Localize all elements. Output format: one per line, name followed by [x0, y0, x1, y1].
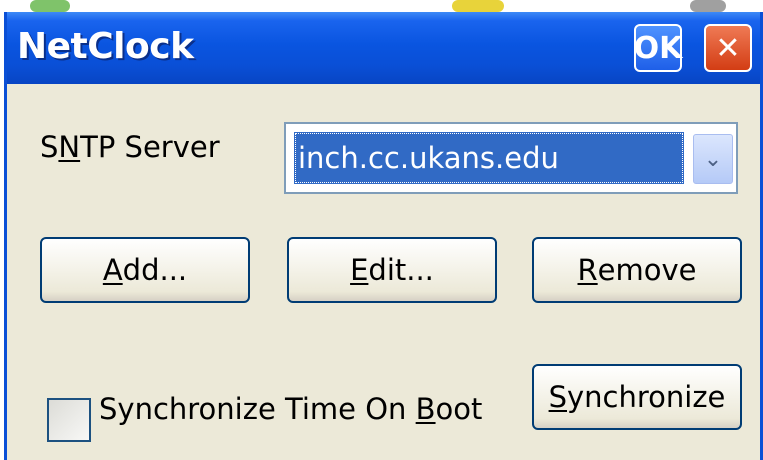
sync-on-boot-label[interactable]: Synchronize Time On Boot	[99, 392, 482, 426]
edit-label-rest: dit...	[368, 253, 434, 287]
add-label-rest: dd...	[122, 253, 188, 287]
boot-label-pre: Synchronize Time On	[99, 392, 416, 426]
dropdown-button[interactable]: ⌄	[693, 134, 733, 184]
sync-label-rest: ynchronize	[567, 380, 726, 414]
boot-label-post: oot	[435, 392, 483, 426]
add-button[interactable]: Add...	[40, 237, 250, 303]
ok-button[interactable]: OK	[634, 24, 682, 72]
sntp-server-combobox[interactable]: inch.cc.ukans.edu ⌄	[284, 122, 738, 194]
netclock-dialog: NetClock OK ✕ SNTP Server inch.cc.ukans.…	[4, 12, 763, 460]
sntp-label-pre: S	[40, 130, 59, 164]
desktop-icon-fragment	[452, 0, 504, 12]
chevron-down-icon: ⌄	[703, 146, 723, 172]
remove-label-rest: emove	[597, 253, 697, 287]
edit-mnemonic: E	[350, 253, 369, 287]
sync-on-boot-checkbox[interactable]	[47, 398, 91, 442]
sync-mnemonic: S	[548, 380, 567, 414]
desktop-icon-fragment	[690, 0, 726, 12]
window-title: NetClock	[17, 26, 194, 67]
sntp-label-post: TP Server	[80, 130, 220, 164]
add-mnemonic: A	[102, 253, 123, 287]
remove-mnemonic: R	[577, 253, 598, 287]
sntp-label-mnemonic: N	[58, 130, 81, 164]
remove-button[interactable]: Remove	[532, 237, 742, 303]
desktop-icon-fragment	[30, 0, 70, 12]
sntp-server-label: SNTP Server	[40, 130, 220, 164]
title-bar[interactable]: NetClock OK ✕	[7, 12, 760, 84]
boot-label-mnemonic: B	[415, 392, 436, 426]
close-button[interactable]: ✕	[704, 24, 752, 72]
close-icon: ✕	[715, 30, 741, 66]
synchronize-button[interactable]: Synchronize	[532, 364, 742, 430]
edit-button[interactable]: Edit...	[287, 237, 497, 303]
sntp-server-selected-value[interactable]: inch.cc.ukans.edu	[294, 132, 684, 184]
